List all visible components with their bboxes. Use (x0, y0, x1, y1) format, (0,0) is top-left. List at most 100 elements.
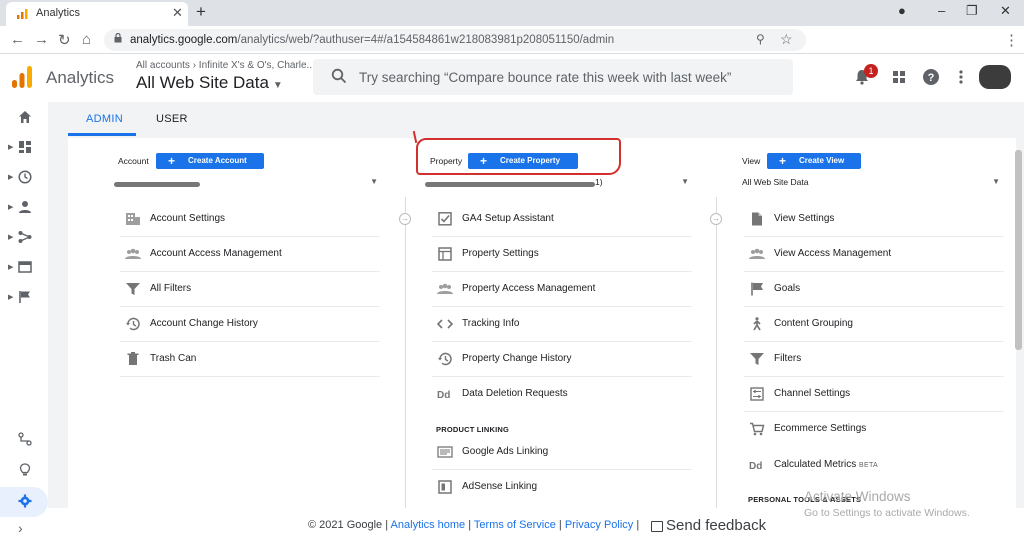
expand-arrow-icon: ▶ (8, 174, 14, 181)
view-access-management-item[interactable]: View Access Management (744, 237, 1004, 272)
expand-arrow-icon: ▶ (8, 294, 14, 301)
flag-icon (751, 282, 763, 296)
google-ads-linking-item[interactable]: Google Ads Linking (432, 435, 692, 470)
adsense-linking-item[interactable]: AdSense Linking (432, 470, 692, 505)
redacted-property-name (425, 182, 595, 187)
help-icon[interactable]: ? (922, 68, 940, 86)
trash-can-item[interactable]: Trash Can (120, 342, 380, 377)
browser-tab[interactable]: Analytics ✕ (6, 2, 188, 26)
admin-gear-icon[interactable] (18, 494, 32, 508)
restore-icon[interactable]: ❐ (966, 3, 978, 19)
sliders-icon (750, 387, 764, 401)
people-icon (749, 248, 765, 259)
discover-lightbulb-icon[interactable] (18, 463, 32, 477)
reload-icon[interactable]: ↻ (58, 31, 71, 49)
svg-text:Dd: Dd (437, 390, 450, 401)
customization-nav-icon[interactable] (18, 140, 32, 154)
content-grouping-item[interactable]: Content Grouping (744, 307, 1004, 342)
create-account-button[interactable]: + Create Account (156, 153, 264, 169)
account-settings-item[interactable]: Account Settings (120, 202, 380, 237)
product-linking-heading: PRODUCT LINKING (436, 425, 509, 434)
view-selector[interactable]: All Web Site Data ▼ (136, 73, 283, 93)
active-tab-indicator (68, 133, 136, 136)
address-bar[interactable]: analytics.google.com/analytics/web/?auth… (104, 29, 806, 51)
ads-icon (437, 446, 453, 458)
item-label: Tracking Info (462, 318, 520, 329)
more-vert-icon[interactable] (952, 68, 970, 86)
item-label: Channel Settings (774, 388, 851, 399)
arrow-right-icon: → (399, 213, 411, 225)
expand-arrow-icon: ▶ (8, 234, 14, 241)
tab-admin[interactable]: ADMIN (86, 113, 123, 125)
close-tab-icon[interactable]: ✕ (172, 5, 183, 21)
home-icon[interactable]: ⌂ (82, 31, 91, 48)
back-icon[interactable]: ← (10, 31, 25, 48)
privacy-policy-link[interactable]: Privacy Policy (565, 519, 633, 531)
footer-links: © 2021 Google | Analytics home | Terms o… (308, 519, 640, 531)
analytics-logo-icon[interactable] (12, 66, 32, 88)
plus-icon: + (168, 154, 176, 168)
bookmark-star-icon[interactable]: ☆ (780, 31, 793, 48)
new-tab-icon[interactable]: + (196, 2, 206, 22)
plus-icon: + (779, 154, 787, 168)
channel-settings-item[interactable]: Channel Settings (744, 377, 1004, 412)
item-label: Filters (774, 353, 802, 364)
item-label: View Settings (774, 213, 835, 224)
create-view-button[interactable]: + Create View (767, 153, 861, 169)
terms-of-service-link[interactable]: Terms of Service (474, 519, 556, 531)
expand-nav-icon[interactable]: › (18, 520, 23, 536)
browser-menu-icon[interactable]: ⋮ (1004, 31, 1019, 49)
realtime-clock-icon[interactable] (18, 170, 32, 184)
item-label: All Filters (150, 283, 192, 294)
history-icon (126, 317, 140, 331)
property-change-history-item[interactable]: Property Change History (432, 342, 692, 377)
column-divider (716, 197, 717, 508)
profile-menu-icon[interactable]: ● (898, 3, 906, 18)
ga4-setup-assistant-item[interactable]: GA4 Setup Assistant (432, 202, 692, 237)
behavior-icon[interactable] (18, 260, 32, 274)
acquisition-icon[interactable] (18, 230, 32, 244)
search-icon (331, 68, 347, 84)
account-avatar[interactable] (979, 65, 1011, 89)
home-nav-icon[interactable] (18, 110, 32, 124)
arrow-right-icon: → (710, 213, 722, 225)
account-change-history-item[interactable]: Account Change History (120, 307, 380, 342)
minimize-icon[interactable]: – (938, 3, 945, 18)
adsense-icon (438, 480, 452, 494)
send-feedback-link[interactable]: Send feedback (666, 517, 766, 534)
tracking-info-item[interactable]: Tracking Info (432, 307, 692, 342)
property-settings-item[interactable]: Property Settings (432, 237, 692, 272)
scrollbar[interactable] (1015, 150, 1022, 350)
forward-icon[interactable]: → (34, 31, 49, 48)
goals-item[interactable]: Goals (744, 272, 1004, 307)
activation-watermark-title: Activate Windows (804, 489, 911, 504)
data-deletion-requests-item[interactable]: Dd Data Deletion Requests (432, 377, 692, 412)
account-access-management-item[interactable]: Account Access Management (120, 237, 380, 272)
window-close-icon[interactable]: ✕ (1000, 3, 1011, 19)
item-label: Content Grouping (774, 318, 853, 329)
filters-item[interactable]: Filters (744, 342, 1004, 377)
apps-grid-icon[interactable] (890, 68, 908, 86)
search-box[interactable] (313, 59, 793, 95)
property-access-management-item[interactable]: Property Access Management (432, 272, 692, 307)
conversions-flag-icon[interactable] (18, 290, 32, 304)
analytics-home-link[interactable]: Analytics home (391, 519, 466, 531)
browser-toolbar: ← → ↻ ⌂ analytics.google.com/analytics/w… (0, 26, 1024, 72)
filter-icon (126, 283, 140, 295)
all-filters-item[interactable]: All Filters (120, 272, 380, 307)
account-breadcrumb[interactable]: All accounts › Infinite X's & O's, Charl… (136, 60, 315, 71)
view-settings-item[interactable]: View Settings (744, 202, 1004, 237)
view-column-label: View (742, 156, 761, 166)
view-selector[interactable]: All Web Site Data ▼ (742, 177, 1000, 191)
audience-person-icon[interactable] (18, 200, 32, 214)
attribution-icon[interactable] (18, 432, 32, 446)
create-property-annotation (416, 138, 621, 175)
search-input[interactable] (359, 67, 779, 87)
trash-icon (127, 352, 139, 365)
tab-user[interactable]: USER (156, 113, 188, 125)
lock-icon (114, 33, 122, 43)
calculated-metrics-item[interactable]: Dd Calculated Metrics BETA (744, 448, 1004, 483)
ecommerce-settings-item[interactable]: Ecommerce Settings (744, 412, 1004, 447)
zoom-icon[interactable]: ⚲ (756, 32, 765, 46)
checkbox-icon (438, 212, 452, 226)
